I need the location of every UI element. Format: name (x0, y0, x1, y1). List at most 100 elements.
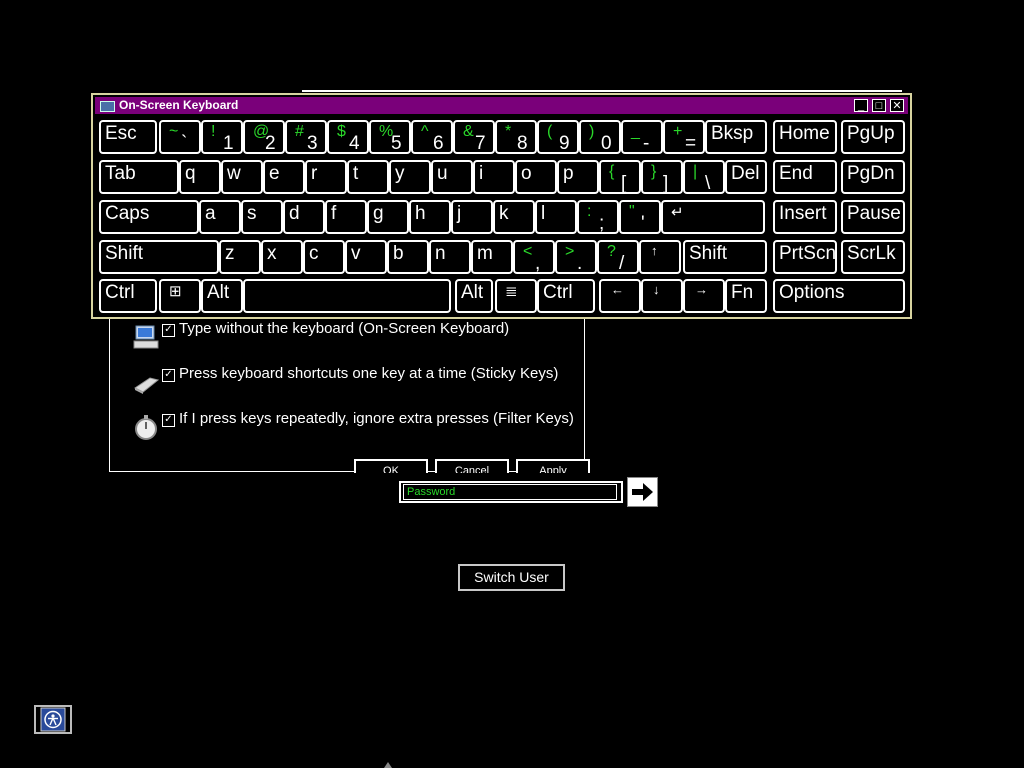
checkbox-filter-keys[interactable]: ✓ (162, 414, 175, 427)
key-h[interactable]: h (409, 200, 451, 234)
key-symbol[interactable]: + = (663, 120, 705, 154)
key-q[interactable]: q (179, 160, 221, 194)
key-delete[interactable]: Del (725, 160, 767, 194)
option-sticky-keys[interactable]: ✓ Press keyboard shortcuts one key at a … (110, 365, 580, 398)
key-enter[interactable]: ↵ (661, 200, 765, 234)
key-backspace[interactable]: Bksp (705, 120, 767, 154)
key-w[interactable]: w (221, 160, 263, 194)
key-caps-lock[interactable]: Caps (99, 200, 199, 234)
key-k[interactable]: k (493, 200, 535, 234)
key-alt[interactable]: Alt (455, 279, 493, 313)
checkbox-on-screen-keyboard[interactable]: ✓ (162, 324, 175, 337)
key-x[interactable]: x (261, 240, 303, 274)
key-symbol[interactable]: {[ (599, 160, 641, 194)
key-d[interactable]: d (283, 200, 325, 234)
title-bar[interactable]: On-Screen Keyboard _ □ ✕ (95, 97, 908, 114)
key-symbol[interactable]: | \ (683, 160, 725, 194)
key-symbol[interactable]: & 7 (453, 120, 495, 154)
key-label: b (393, 243, 404, 264)
maximize-button[interactable]: □ (872, 99, 886, 112)
key-fn[interactable]: Fn (725, 279, 767, 313)
key-space[interactable] (243, 279, 451, 313)
key-shift[interactable]: Shift (99, 240, 219, 274)
key-label: 3 (307, 133, 318, 154)
key-p[interactable]: p (557, 160, 599, 194)
key-u[interactable]: u (431, 160, 473, 194)
key-alt[interactable]: Alt (201, 279, 243, 313)
key-symbol[interactable]: @2 (243, 120, 285, 154)
key-a[interactable]: a (199, 200, 241, 234)
key-scroll-lock[interactable]: ScrLk (841, 240, 905, 274)
key-l[interactable]: l (535, 200, 577, 234)
key-e[interactable]: e (263, 160, 305, 194)
key-menu[interactable]: ≣ (495, 279, 537, 313)
key-esc[interactable]: Esc (99, 120, 157, 154)
key-symbol[interactable]: " ' (619, 200, 661, 234)
key-arrow[interactable]: → (683, 279, 725, 313)
key-symbol[interactable]: % 5 (369, 120, 411, 154)
key-symbol[interactable]: (9 (537, 120, 579, 154)
cancel-button[interactable]: Cancel (435, 459, 509, 473)
key-label: u (437, 163, 448, 184)
key-label: Caps (105, 203, 150, 224)
ease-of-access-button[interactable] (34, 705, 72, 734)
key-tab[interactable]: Tab (99, 160, 179, 194)
key-symbol[interactable]: $4 (327, 120, 369, 154)
key-pgup[interactable]: PgUp (841, 120, 905, 154)
key-v[interactable]: v (345, 240, 387, 274)
key-symbol[interactable]: ? / (597, 240, 639, 274)
key-symbol[interactable]: ) 0 (579, 120, 621, 154)
key-z[interactable]: z (219, 240, 261, 274)
key-symbol[interactable]: }] (641, 160, 683, 194)
key-g[interactable]: g (367, 200, 409, 234)
key-symbol[interactable]: #3 (285, 120, 327, 154)
key-o[interactable]: o (515, 160, 557, 194)
key-ctrl[interactable]: Ctrl (99, 279, 157, 313)
key-symbol[interactable]: _ - (621, 120, 663, 154)
key-i[interactable]: i (473, 160, 515, 194)
key-n[interactable]: n (429, 240, 471, 274)
apply-button[interactable]: Apply (516, 459, 590, 473)
key-arrow[interactable]: ← (599, 279, 641, 313)
key-ctrl[interactable]: Ctrl (537, 279, 595, 313)
key-shift[interactable]: Shift (683, 240, 767, 274)
key-f[interactable]: f (325, 200, 367, 234)
key-arrow[interactable]: ↑ (639, 240, 681, 274)
minimize-button[interactable]: _ (854, 99, 868, 112)
ok-button[interactable]: OK (354, 459, 428, 473)
key-symbol[interactable]: * 8 (495, 120, 537, 154)
password-input[interactable] (403, 484, 617, 500)
option-on-screen-keyboard[interactable]: ✓ Type without the keyboard (On-Screen K… (110, 320, 580, 353)
key-m[interactable]: m (471, 240, 513, 274)
switch-user-button[interactable]: Switch User (458, 564, 565, 591)
close-button[interactable]: ✕ (890, 99, 904, 112)
key-symbol[interactable]: ^ 6 (411, 120, 453, 154)
key-c[interactable]: c (303, 240, 345, 274)
key-symbol[interactable]: ~ ` (159, 120, 201, 154)
key-symbol[interactable]: <, (513, 240, 555, 274)
key-home[interactable]: Home (773, 120, 837, 154)
key-j[interactable]: j (451, 200, 493, 234)
key-s[interactable]: s (241, 200, 283, 234)
key-options[interactable]: Options (773, 279, 905, 313)
key-label: ← (611, 282, 624, 297)
key-pgdn[interactable]: PgDn (841, 160, 905, 194)
window-edge-line (302, 90, 902, 92)
key-pause[interactable]: Pause (841, 200, 905, 234)
key-t[interactable]: t (347, 160, 389, 194)
key-b[interactable]: b (387, 240, 429, 274)
submit-arrow-button[interactable] (627, 477, 658, 507)
key-end[interactable]: End (773, 160, 837, 194)
key-symbol[interactable]: ! 1 (201, 120, 243, 154)
key-y[interactable]: y (389, 160, 431, 194)
key-windows[interactable]: ⊞ (159, 279, 201, 313)
key-symbol[interactable]: >. (555, 240, 597, 274)
key-insert[interactable]: Insert (773, 200, 837, 234)
password-field-frame (399, 481, 623, 503)
key-arrow[interactable]: ↓ (641, 279, 683, 313)
key-r[interactable]: r (305, 160, 347, 194)
checkbox-sticky-keys[interactable]: ✓ (162, 369, 175, 382)
option-filter-keys[interactable]: ✓ If I press keys repeatedly, ignore ext… (110, 410, 580, 443)
key-symbol[interactable]: :; (577, 200, 619, 234)
key-print-screen[interactable]: PrtScn (773, 240, 837, 274)
